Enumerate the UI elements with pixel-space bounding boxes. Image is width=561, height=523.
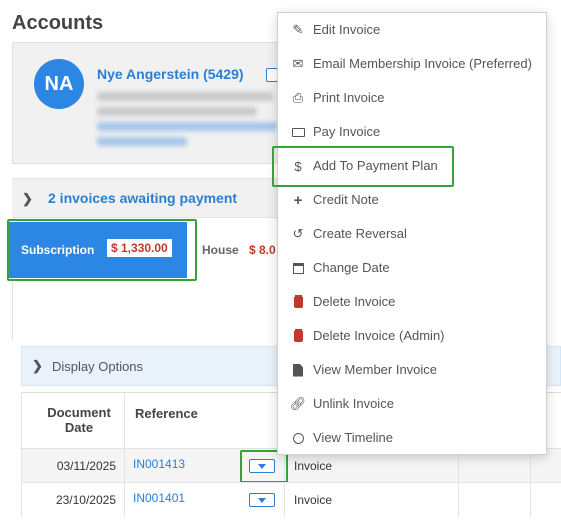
- menu-item-edit-invoice[interactable]: ✎ Edit Invoice: [278, 13, 548, 47]
- cell-empty: [459, 483, 531, 517]
- menu-item-label: View Member Invoice: [313, 362, 438, 377]
- menu-item-label: Delete Invoice (Admin): [313, 328, 445, 343]
- tab-balance: $ 1,330.00: [107, 239, 172, 257]
- menu-item-delete-invoice-admin[interactable]: Delete Invoice (Admin): [278, 319, 548, 353]
- menu-item-add-to-payment-plan[interactable]: $ Add To Payment Plan: [278, 149, 548, 183]
- menu-item-pay-invoice[interactable]: Pay Invoice: [278, 115, 548, 149]
- calendar-icon: [291, 260, 305, 276]
- cell-date: 23/10/2025: [21, 483, 125, 517]
- table-row[interactable]: 23/10/2025 IN001401 Invoice: [21, 482, 561, 517]
- member-card: NA Nye Angerstein (5429): [12, 42, 312, 164]
- menu-item-change-date[interactable]: Change Date: [278, 251, 548, 285]
- menu-item-unlink-invoice[interactable]: 🔗︎ Unlink Invoice: [278, 387, 548, 421]
- menu-item-view-timeline[interactable]: View Timeline: [278, 421, 548, 455]
- menu-item-label: Delete Invoice: [313, 294, 396, 309]
- chevron-right-icon: ❯: [22, 191, 33, 206]
- menu-item-label: Add To Payment Plan: [313, 158, 438, 173]
- pencil-icon: ✎: [292, 22, 304, 37]
- trash-icon: [291, 328, 305, 344]
- column-header-document-date[interactable]: Document Date: [21, 393, 125, 448]
- row-actions-dropdown-button[interactable]: [249, 459, 275, 473]
- caret-down-icon: [258, 497, 266, 503]
- menu-item-view-member-invoice[interactable]: View Member Invoice: [278, 353, 548, 387]
- cell-reference: IN001401: [125, 483, 285, 517]
- clock-icon: [291, 430, 305, 446]
- invoice-actions-menu: ✎ Edit Invoice ✉ Email Membership Invoic…: [277, 12, 547, 455]
- trash-icon: [291, 294, 305, 310]
- file-icon: [291, 362, 305, 378]
- member-name-link[interactable]: Nye Angerstein (5429): [97, 66, 244, 82]
- accounts-page: Accounts NA Nye Angerstein (5429) ❯ 2 in…: [0, 0, 561, 523]
- menu-item-label: Print Invoice: [313, 90, 385, 105]
- invoices-awaiting-link[interactable]: 2 invoices awaiting payment: [48, 190, 237, 206]
- cell-type: Invoice: [285, 483, 459, 517]
- tab-subscription[interactable]: Subscription $ 1,330.00: [9, 222, 187, 278]
- redacted-detail: [97, 107, 257, 116]
- tab-house[interactable]: House: [202, 243, 239, 257]
- menu-item-print-invoice[interactable]: ⎙ Print Invoice: [278, 81, 548, 115]
- printer-icon: ⎙: [292, 90, 304, 105]
- menu-item-label: Create Reversal: [313, 226, 407, 241]
- menu-item-email-membership-invoice[interactable]: ✉ Email Membership Invoice (Preferred): [278, 47, 548, 81]
- column-header-reference[interactable]: Reference: [125, 393, 285, 448]
- invoices-awaiting-bar[interactable]: ❯ 2 invoices awaiting payment: [12, 178, 282, 218]
- money-icon: [291, 124, 305, 140]
- invoice-reference-link[interactable]: IN001413: [133, 447, 185, 481]
- column-header-label: Reference: [135, 406, 198, 421]
- menu-item-label: Email Membership Invoice (Preferred): [313, 56, 532, 71]
- cell-date: 03/11/2025: [21, 449, 125, 483]
- menu-item-label: Edit Invoice: [313, 22, 381, 37]
- plus-icon: +: [293, 191, 303, 209]
- menu-item-label: View Timeline: [313, 430, 393, 445]
- menu-item-credit-note[interactable]: + Credit Note: [278, 183, 548, 217]
- envelope-icon: ✉: [292, 56, 304, 71]
- menu-item-label: Credit Note: [313, 192, 379, 207]
- undo-icon: ↺: [292, 226, 304, 241]
- menu-item-label: Unlink Invoice: [313, 396, 394, 411]
- menu-item-label: Change Date: [313, 260, 390, 275]
- tab-label: Subscription: [21, 243, 95, 257]
- menu-item-create-reversal[interactable]: ↺ Create Reversal: [278, 217, 548, 251]
- page-title: Accounts: [12, 12, 104, 34]
- cell-reference: IN001413: [125, 449, 285, 483]
- menu-item-label: Pay Invoice: [313, 124, 381, 139]
- redacted-detail: [97, 122, 277, 131]
- display-options-label: Display Options: [52, 359, 144, 374]
- dollar-icon: $: [294, 158, 302, 174]
- redacted-detail: [97, 92, 273, 101]
- invoice-reference-link[interactable]: IN001401: [133, 481, 185, 515]
- redacted-detail: [97, 137, 187, 146]
- column-header-label: Document Date: [47, 405, 111, 435]
- unlink-icon: 🔗︎: [289, 396, 307, 411]
- row-actions-dropdown-button[interactable]: [249, 493, 275, 507]
- tab-balance: $ 8.0: [249, 243, 276, 257]
- menu-item-delete-invoice[interactable]: Delete Invoice: [278, 285, 548, 319]
- caret-down-icon: [258, 463, 266, 469]
- chevron-right-icon: ❯: [32, 358, 43, 373]
- avatar: NA: [34, 59, 84, 109]
